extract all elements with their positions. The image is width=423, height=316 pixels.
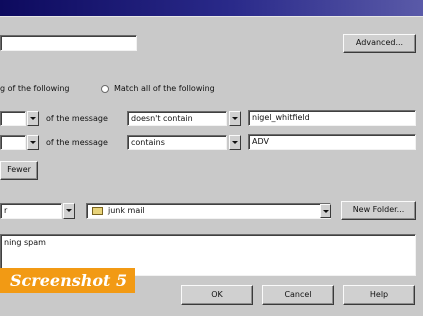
chevron-down-icon (322, 210, 329, 213)
action-select[interactable]: r (0, 203, 62, 219)
rule2-connector: of the message (46, 138, 108, 147)
description-text: ning spam (4, 238, 46, 247)
caption-text: Screenshot 5 (10, 271, 128, 290)
rule2-operator-dropdown[interactable] (229, 135, 241, 150)
cancel-button[interactable]: Cancel (262, 285, 334, 305)
rule2-operator-select[interactable]: contains (127, 135, 227, 150)
rule1-connector: of the message (46, 114, 108, 123)
rule1-operator-dropdown[interactable] (229, 111, 241, 126)
cancel-label: Cancel (284, 290, 312, 299)
chevron-down-icon (30, 141, 36, 144)
advanced-button[interactable]: Advanced... (343, 34, 416, 53)
rule1-attribute-dropdown[interactable] (27, 111, 39, 126)
rule1-operator-value: doesn't contain (131, 114, 193, 123)
folder-icon (92, 207, 103, 215)
new-folder-button[interactable]: New Folder... (341, 201, 416, 220)
rule2-attribute-dropdown[interactable] (27, 135, 39, 150)
chevron-down-icon (232, 141, 238, 144)
destination-folder-value: junk mail (108, 206, 145, 215)
ok-label: OK (211, 290, 223, 299)
fewer-button[interactable]: Fewer (0, 161, 38, 180)
rule1-value-text: nigel_whitfield (252, 113, 310, 122)
match-all-radio[interactable] (101, 85, 109, 93)
folder-dropdown[interactable] (320, 204, 331, 218)
rule2-value-input[interactable]: ADV (248, 134, 416, 150)
title-bar-divider (0, 16, 423, 17)
rule1-attribute-select[interactable] (0, 111, 26, 126)
help-label: Help (369, 290, 389, 299)
help-button[interactable]: Help (343, 285, 415, 305)
rule2-attribute-select[interactable] (0, 135, 26, 150)
action-dropdown[interactable] (63, 203, 75, 219)
action-value: r (4, 206, 8, 215)
rule2-value-text: ADV (252, 137, 269, 146)
chevron-down-icon (232, 117, 238, 120)
title-bar (0, 0, 423, 16)
ok-button[interactable]: OK (181, 285, 253, 305)
rule2-operator-value: contains (131, 138, 165, 147)
advanced-label: Advanced... (355, 38, 404, 47)
new-folder-label: New Folder... (352, 205, 405, 214)
chevron-down-icon (30, 117, 36, 120)
screenshot-caption: Screenshot 5 (0, 268, 135, 293)
rule1-value-input[interactable]: nigel_whitfield (248, 110, 416, 126)
fewer-label: Fewer (7, 165, 31, 174)
rule1-operator-select[interactable]: doesn't contain (127, 111, 227, 126)
chevron-down-icon (66, 209, 72, 212)
match-all-label: Match all of the following (114, 84, 215, 93)
match-any-label: g of the following (0, 84, 70, 93)
filter-name-input[interactable] (0, 35, 137, 51)
